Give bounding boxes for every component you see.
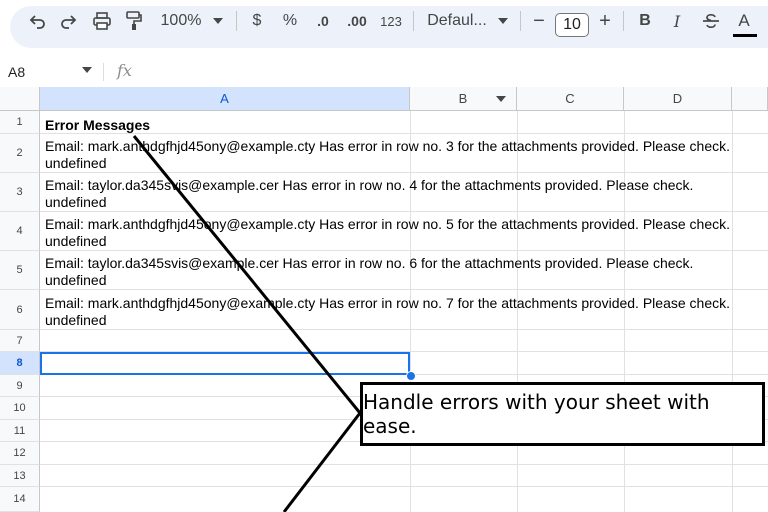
- callout-text: Handle errors with your sheet with ease.: [363, 390, 710, 438]
- callout-box: Handle errors with your sheet with ease.: [360, 382, 765, 446]
